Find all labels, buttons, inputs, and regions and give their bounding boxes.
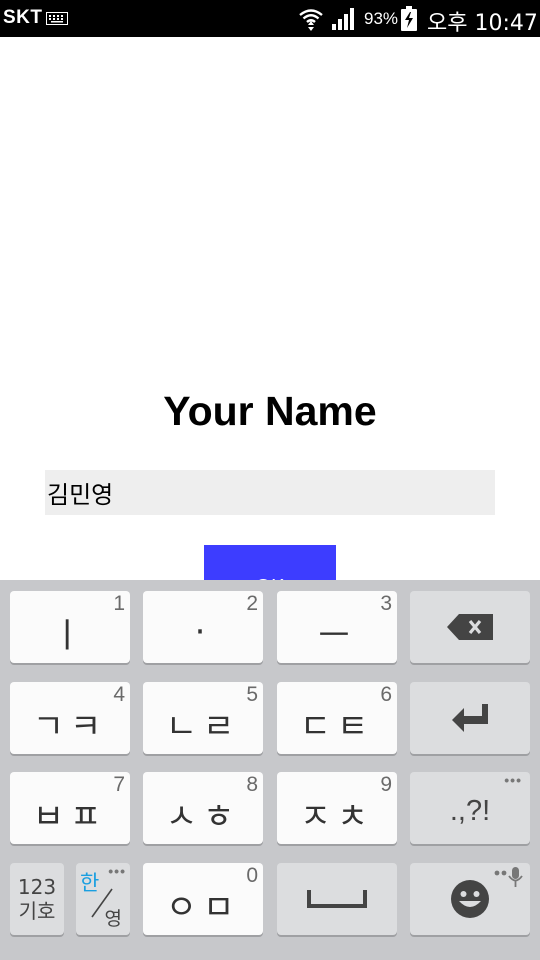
name-input[interactable] — [45, 470, 495, 515]
keyboard-icon — [46, 12, 68, 25]
key-number: 7 — [113, 773, 125, 796]
key-number: 4 — [113, 683, 125, 706]
key-number: 8 — [246, 773, 258, 796]
battery-charging-icon — [401, 6, 417, 31]
backspace-key[interactable] — [410, 591, 530, 663]
space-key[interactable] — [277, 863, 397, 935]
battery-percent: 93% — [364, 9, 399, 28]
clock: 오후 10:47 — [427, 11, 538, 36]
key-jieut-chieut[interactable]: ㅈㅊ 9 — [277, 772, 397, 844]
language-other-label: 영 — [104, 908, 122, 930]
emoji-icon — [451, 880, 489, 918]
key-giyeok-kieuk[interactable]: ㄱㅋ 4 — [10, 682, 130, 754]
key-label: ㅈㅊ — [299, 796, 375, 837]
key-number: 9 — [380, 773, 392, 796]
key-i[interactable]: ㅣ 1 — [10, 591, 130, 663]
page-title: Your Name — [163, 388, 377, 434]
key-number: 6 — [380, 683, 392, 706]
emoji-key[interactable] — [410, 863, 530, 935]
punctuation-key[interactable]: .,?! ••• — [410, 772, 530, 844]
symbols-key[interactable]: 123 기호 — [10, 863, 64, 935]
key-nieun-rieul[interactable]: ㄴㄹ 5 — [143, 682, 263, 754]
key-label: ㅣ — [51, 615, 89, 656]
symbols-label-line2: 기호 — [18, 899, 56, 923]
key-number: 5 — [246, 683, 258, 706]
language-switch-key[interactable]: 한 영 ••• — [76, 863, 130, 935]
more-options-icon: ••• — [504, 772, 522, 788]
key-digeut-tieut[interactable]: ㄷㅌ 6 — [277, 682, 397, 754]
key-dot[interactable]: · 2 — [143, 591, 263, 663]
key-label: ㄴㄹ — [165, 706, 241, 747]
status-bar: SKT 93% 오후 10:47 — [0, 0, 540, 37]
key-number: 3 — [380, 592, 392, 615]
key-label: ㅇㅁ — [165, 887, 241, 928]
key-label: ㅂㅍ — [32, 796, 108, 837]
key-bieup-pieup[interactable]: ㅂㅍ 7 — [10, 772, 130, 844]
key-label: .,?! — [449, 794, 491, 827]
key-ieung-mieum[interactable]: ㅇㅁ 0 — [143, 863, 263, 935]
more-options-icon: ••• — [108, 863, 126, 879]
wifi-icon — [299, 9, 323, 31]
key-eu[interactable]: ㅡ 3 — [277, 591, 397, 663]
key-label: ㅡ — [318, 615, 356, 656]
key-label: ㄱㅋ — [32, 706, 108, 747]
key-number: 2 — [246, 592, 258, 615]
key-label: · — [194, 612, 212, 652]
backspace-icon — [447, 614, 493, 640]
enter-icon — [452, 704, 488, 732]
key-label: ㄷㅌ — [299, 706, 375, 747]
enter-key[interactable] — [410, 682, 530, 754]
key-number: 0 — [246, 864, 258, 887]
key-number: 1 — [113, 592, 125, 615]
symbols-key-label: 123 기호 — [18, 875, 56, 923]
signal-icon — [332, 8, 354, 30]
soft-keyboard: ㅣ 1 · 2 ㅡ 3 ㄱㅋ 4 ㄴㄹ 5 ㄷㅌ 6 ㅂㅍ 7 ㅅㅎ 8 ㅈㅊ … — [0, 580, 540, 960]
key-siot-hieut[interactable]: ㅅㅎ 8 — [143, 772, 263, 844]
space-icon — [307, 890, 367, 908]
key-label: ㅅㅎ — [165, 796, 241, 837]
carrier-label: SKT — [3, 7, 43, 28]
microphone-icon — [494, 867, 523, 887]
symbols-label-line1: 123 — [17, 875, 57, 899]
